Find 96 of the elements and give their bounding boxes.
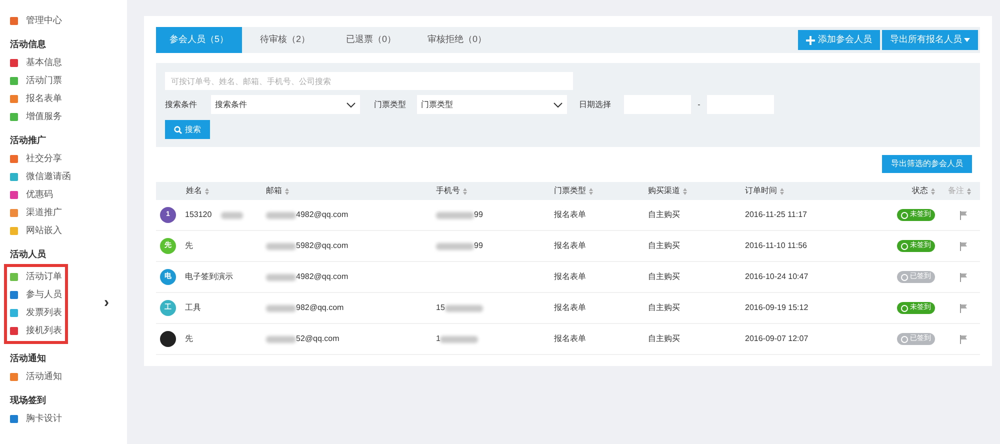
redaction-blur — [266, 212, 296, 218]
filter-label: 日期选择 — [578, 98, 612, 110]
redaction-blur — [220, 212, 243, 218]
table-cell: 2016-09-19 15:12 — [745, 303, 808, 312]
table-cell: 2016-09-07 12:07 — [745, 334, 808, 343]
redaction-blur — [266, 242, 296, 250]
tab[interactable]: 已退票（0） — [328, 27, 414, 53]
redaction-blur — [444, 304, 483, 312]
tab[interactable]: 审核拒绝（0） — [414, 27, 500, 53]
sidebar-item[interactable]: 参与人员 — [10, 286, 63, 304]
chevron-down-icon — [346, 102, 356, 108]
table-cell: 2016-11-25 11:17 — [745, 210, 807, 219]
table-cell: 自主购买 — [648, 210, 680, 219]
table-cell: 自主购买 — [648, 272, 680, 281]
table-cell: 99 — [474, 209, 483, 221]
table-cell: 4982@qq.com — [296, 271, 348, 283]
column-header[interactable]: 邮箱 — [266, 185, 282, 197]
table-cell: 1 — [436, 333, 440, 345]
column-header[interactable]: 购买渠道 — [648, 185, 680, 197]
redaction-blur — [440, 336, 478, 342]
ticket-select[interactable]: 门票类型 — [417, 95, 567, 114]
column-header[interactable]: 门票类型 — [554, 185, 586, 197]
search-icon — [174, 126, 182, 134]
redaction-blur — [266, 304, 296, 312]
table-cell: 2016-10-24 10:47 — [745, 272, 808, 281]
tab[interactable]: 待审核（2） — [242, 27, 328, 53]
table-cell: 先 — [185, 333, 193, 345]
sidebar-item[interactable]: 社交分享 — [10, 150, 127, 168]
table-cell: 自主购买 — [648, 334, 680, 343]
sort-icon[interactable] — [205, 188, 209, 194]
table-cell: 自主购买 — [648, 303, 680, 312]
condition-select[interactable]: 搜索条件 — [211, 95, 360, 114]
redaction-blur — [436, 212, 474, 218]
table-cell: 153120 — [185, 209, 212, 221]
sidebar-item[interactable]: 胸卡设计 — [10, 410, 127, 428]
table-cell: 工具 — [185, 302, 201, 314]
filter-label: 门票类型 — [373, 98, 407, 110]
sidebar-item[interactable]: 微信邀请函 — [10, 168, 127, 186]
table-cell: 报名表单 — [554, 334, 586, 343]
table-cell: 4982@qq.com — [296, 209, 348, 221]
sort-icon[interactable] — [463, 188, 467, 194]
table-cell: 52@qq.com — [296, 333, 340, 345]
date-separator: - — [696, 98, 702, 110]
sidebar-item[interactable]: 优惠码 — [10, 186, 127, 204]
flag-icon[interactable] — [960, 242, 967, 250]
flag-icon[interactable] — [960, 304, 967, 312]
table-cell: 99 — [474, 240, 483, 252]
sidebar-item[interactable]: 管理中心 — [10, 12, 127, 30]
redaction-blur — [266, 274, 296, 280]
section-heading: 活动人员 — [10, 248, 47, 262]
sort-icon[interactable] — [285, 188, 289, 194]
sort-icon[interactable] — [780, 188, 784, 194]
chevron-down-icon — [553, 102, 563, 108]
column-header[interactable]: 姓名 — [186, 185, 202, 197]
sidebar-item[interactable]: 基本信息 — [10, 54, 127, 72]
table-cell: 15 — [436, 302, 445, 314]
sidebar-item[interactable]: 活动门票 — [10, 72, 127, 90]
table-cell: 自主购买 — [648, 241, 680, 250]
flag-icon[interactable] — [960, 334, 967, 344]
sidebar-item[interactable]: 渠道推广 — [10, 204, 127, 222]
collapse-arrow[interactable]: › — [104, 292, 109, 314]
table-cell: 报名表单 — [554, 303, 586, 312]
redaction-blur — [436, 242, 474, 250]
section-heading: 活动信息 — [10, 38, 47, 52]
section-heading: 活动推广 — [10, 134, 47, 148]
redaction-blur — [266, 336, 296, 342]
table-cell: 电子签到演示 — [185, 271, 233, 283]
column-header[interactable]: 状态 — [912, 185, 928, 197]
table-cell: 2016-11-10 11:56 — [745, 241, 807, 250]
table-cell: 报名表单 — [554, 210, 586, 219]
flag-icon[interactable] — [960, 210, 967, 220]
table-cell: 报名表单 — [554, 241, 586, 250]
column-header[interactable]: 订单时间 — [745, 185, 777, 197]
column-header[interactable]: 手机号 — [436, 185, 460, 197]
sidebar-item[interactable]: 发票列表 — [10, 304, 63, 322]
sidebar-item[interactable]: 报名表单 — [10, 90, 127, 108]
sidebar-item[interactable]: 活动订单 — [10, 268, 63, 286]
table-cell: 先 — [185, 240, 193, 252]
table-cell: 5982@qq.com — [296, 240, 348, 252]
caret-icon — [964, 38, 970, 42]
sidebar-item[interactable]: 活动通知 — [10, 368, 127, 386]
table-cell: 报名表单 — [554, 272, 586, 281]
filter-label: 搜索条件 — [165, 98, 198, 110]
sidebar-item[interactable]: 增值服务 — [10, 108, 127, 126]
sidebar-item[interactable]: 接机列表 — [10, 322, 63, 340]
flag-icon[interactable] — [960, 272, 967, 282]
table-cell: 982@qq.com — [296, 302, 344, 314]
search-field[interactable]: 可按订单号、姓名、邮箱、手机号、公司搜索 — [165, 72, 573, 90]
sort-icon[interactable] — [683, 188, 687, 194]
section-heading: 现场签到 — [10, 394, 47, 408]
sort-icon[interactable] — [967, 188, 971, 194]
plus-icon — [806, 36, 815, 44]
sort-icon[interactable] — [589, 188, 593, 194]
sort-icon[interactable] — [931, 188, 935, 194]
sidebar-item[interactable]: 网站嵌入 — [10, 222, 127, 240]
section-heading: 活动通知 — [10, 352, 47, 366]
